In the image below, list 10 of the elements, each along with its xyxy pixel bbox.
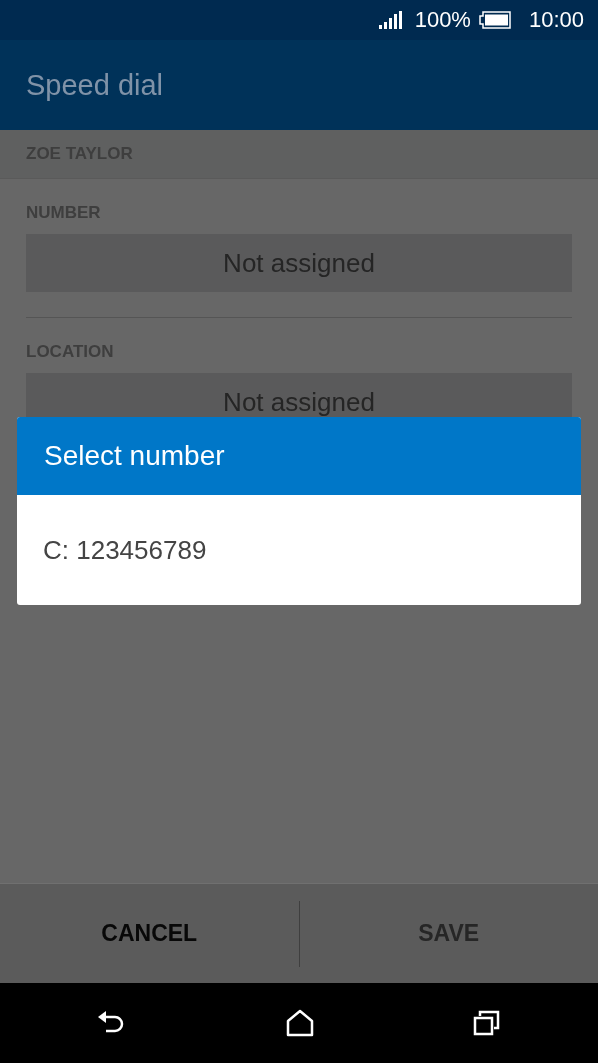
signal-icon [378, 11, 405, 29]
home-icon[interactable] [286, 1009, 314, 1037]
clock: 10:00 [528, 7, 584, 33]
battery-icon [478, 11, 511, 29]
dialog-title: Select number [44, 440, 225, 472]
screen-title: Speed dial [26, 68, 164, 102]
number-option[interactable]: C: 123456789 [17, 534, 581, 566]
action-button[interactable]: CANCEL [0, 884, 299, 983]
battery-percent: 100% [414, 7, 471, 33]
recent-apps-icon[interactable] [472, 1010, 501, 1036]
